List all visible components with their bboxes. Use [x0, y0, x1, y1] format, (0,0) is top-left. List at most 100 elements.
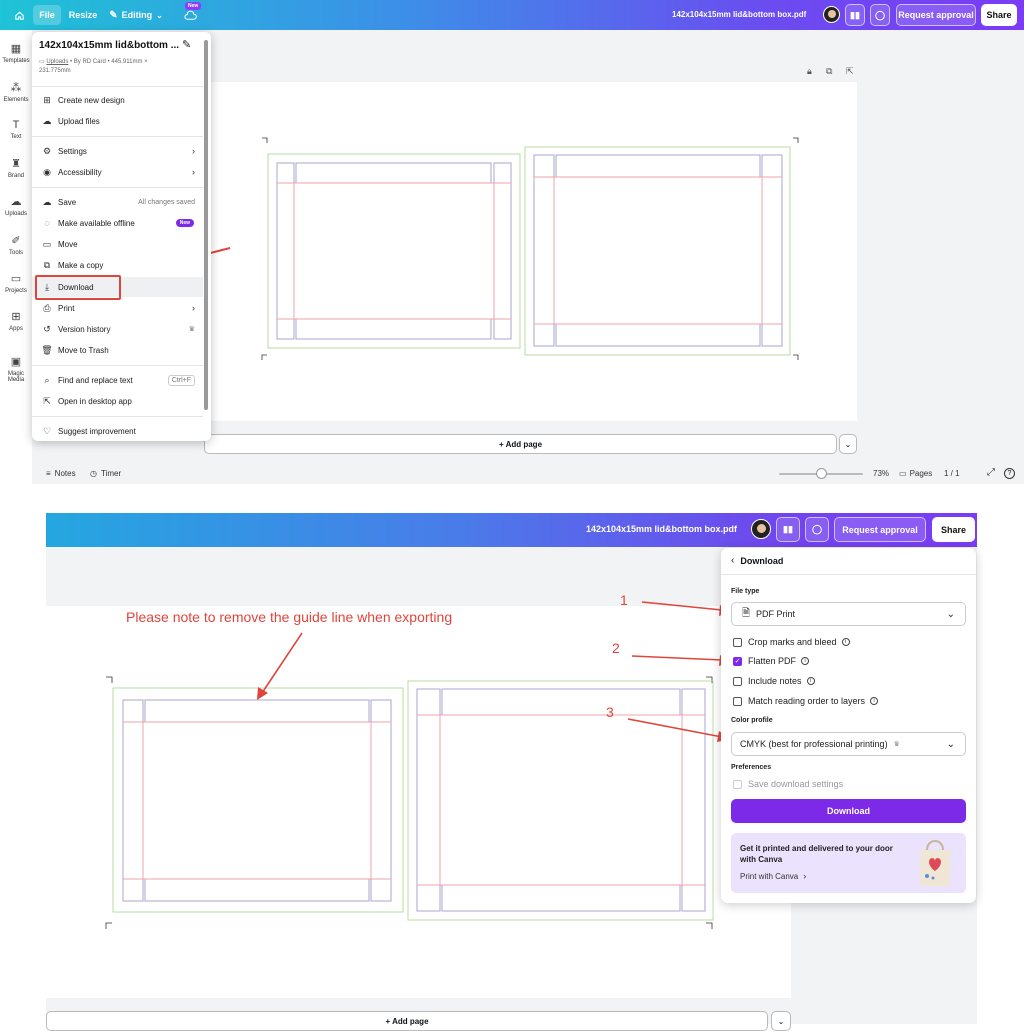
option-label: Include notes: [748, 676, 802, 686]
promo-link-label: Print with Canva: [740, 871, 799, 881]
shortcut-hint: Ctrl+F: [167, 374, 195, 386]
option-label: Crop marks and bleed: [748, 637, 837, 647]
menu-item-make-a-copy[interactable]: ⧉ Make a copy: [32, 255, 203, 275]
checkbox-checked[interactable]: ✓: [733, 656, 742, 666]
info-icon[interactable]: i: [870, 697, 879, 705]
annotation-number-3: 3: [606, 704, 614, 720]
chevron-down-icon: ⌄: [946, 608, 955, 620]
menu-item-accessibility[interactable]: ◉ Accessibility ›: [32, 162, 203, 182]
menu-item-label: Suggest improvement: [58, 426, 136, 436]
file-type-label: File type: [731, 588, 760, 595]
trash-icon: 🗑︎: [41, 344, 53, 355]
uploads-link[interactable]: Uploads: [46, 59, 68, 65]
print-promo-card[interactable]: Get it printed and delivered to your doo…: [731, 833, 966, 893]
menu-item-settings[interactable]: ⚙ Settings ›: [32, 141, 203, 161]
pages-label: Pages: [909, 469, 933, 478]
rename-pencil-icon[interactable]: ✎: [182, 38, 191, 51]
info-icon[interactable]: i: [841, 638, 850, 646]
info-icon[interactable]: i: [801, 657, 810, 665]
add-page-options-button[interactable]: ⌄: [839, 434, 857, 454]
menu-item-label: Create new design: [58, 95, 125, 105]
chevron-right-icon: ›: [192, 146, 195, 156]
menu-item-move-to-trash[interactable]: 🗑︎ Move to Trash: [32, 340, 203, 360]
pages-button[interactable]: ▭ Pages: [899, 469, 932, 478]
chevron-right-icon: ›: [192, 303, 195, 313]
plus-square-icon: ⊞: [43, 94, 51, 105]
zoom-slider-handle[interactable]: [816, 468, 827, 479]
promo-title: Get it printed and delivered to your doo…: [740, 844, 893, 864]
print-with-canva-link[interactable]: Print with Canva ›: [740, 871, 806, 881]
timer-button[interactable]: ◷ Timer: [90, 469, 121, 478]
option-crop-marks[interactable]: Crop marks and bleed i: [733, 637, 850, 647]
menu-item-label: Open in desktop app: [58, 396, 132, 406]
download-button[interactable]: Download: [731, 799, 966, 823]
menu-item-save[interactable]: ☁ Save All changes saved: [32, 192, 203, 212]
menu-item-find-and-replace[interactable]: ⌕ Find and replace text Ctrl+F: [32, 370, 203, 390]
external-link-icon: ⇱: [43, 395, 51, 406]
tote-bag-image: [920, 840, 950, 886]
menu-item-label: Print: [58, 303, 75, 313]
top-screenshot: File Resize ✎ Editing ⌄ New 142x104x15mm…: [0, 0, 1024, 484]
option-include-notes[interactable]: Include notes i: [733, 676, 815, 686]
menu-item-label: Save: [58, 197, 77, 207]
menu-item-label: Move to Trash: [58, 345, 109, 355]
menu-design-title[interactable]: 142x104x15mm lid&bottom ...: [39, 40, 179, 51]
notes-icon: ≡: [46, 469, 51, 478]
fullscreen-icon[interactable]: ⤢: [987, 467, 995, 478]
cloud-check-icon: ☁: [42, 196, 52, 207]
menu-meta: ▭ Uploads • By RD Card • 445.911mm × 231…: [39, 58, 199, 76]
checkbox[interactable]: [733, 696, 742, 706]
folder-icon: ▭: [42, 238, 52, 249]
option-label: Flatten PDF: [748, 656, 797, 666]
timer-label: Timer: [100, 469, 122, 478]
checkbox[interactable]: [733, 779, 742, 789]
file-type-select[interactable]: 🗎︎ PDF Print ⌄: [731, 602, 966, 626]
color-profile-label: Color profile: [731, 717, 773, 724]
page-count: 1 / 1: [944, 469, 960, 478]
search-icon: ⌕: [44, 374, 50, 385]
menu-scrollbar[interactable]: [204, 40, 208, 410]
preferences-label: Preferences: [731, 764, 772, 771]
download-highlight-box: [35, 275, 121, 300]
option-flatten-pdf[interactable]: ✓ Flatten PDF i: [733, 656, 810, 666]
chevron-right-icon: ›: [803, 871, 807, 881]
info-icon[interactable]: i: [806, 677, 815, 685]
notes-label: Notes: [54, 469, 76, 478]
menu-item-upload-files[interactable]: ☁ Upload files: [32, 111, 203, 131]
menu-item-label: Upload files: [58, 116, 100, 126]
menu-item-open-in-desktop-app[interactable]: ⇱ Open in desktop app: [32, 391, 203, 411]
file-icon: 🗎︎: [742, 607, 751, 619]
menu-item-label: Find and replace text: [58, 375, 133, 385]
notes-button[interactable]: ≡ Notes: [46, 469, 76, 478]
menu-item-label: Make a copy: [58, 260, 104, 270]
crown-icon: ♛: [893, 741, 900, 748]
menu-item-version-history[interactable]: ↺ Version history ♛: [32, 319, 203, 339]
menu-item-print[interactable]: ⎙ Print ›: [32, 298, 203, 318]
menu-item-create-new-design[interactable]: ⊞ Create new design: [32, 90, 203, 110]
checkbox[interactable]: [733, 637, 742, 647]
menu-item-make-available-offline[interactable]: ◌ Make available offline New: [32, 213, 203, 233]
option-label: Save download settings: [748, 779, 844, 789]
chevron-down-icon: ⌄: [946, 738, 955, 750]
annotation-number-1: 1: [620, 592, 628, 608]
history-icon: ↺: [43, 323, 51, 334]
color-profile-select[interactable]: CMYK (best for professional printing) ♛ …: [731, 732, 966, 756]
cloud-upload-icon: ☁: [42, 115, 52, 126]
pages-icon: ▭: [899, 469, 907, 478]
checkbox[interactable]: [733, 676, 742, 686]
gear-icon: ⚙: [42, 145, 52, 156]
help-icon[interactable]: ?: [1004, 468, 1015, 479]
menu-item-label: Settings: [58, 146, 87, 156]
back-button[interactable]: ‹ Download: [731, 555, 783, 566]
option-save-download-settings[interactable]: Save download settings: [733, 779, 843, 789]
menu-item-suggest-improvement[interactable]: ♡ Suggest improvement: [32, 421, 203, 441]
chevron-right-icon: ›: [192, 167, 195, 177]
option-match-reading-order[interactable]: Match reading order to layers i: [733, 696, 879, 706]
zoom-level[interactable]: 73%: [873, 469, 889, 478]
file-type-value: PDF Print: [756, 609, 796, 619]
new-badge: New: [175, 219, 194, 227]
add-page-button[interactable]: + Add page: [204, 434, 837, 454]
menu-item-move[interactable]: ▭ Move: [32, 234, 203, 254]
download-panel-title: Download: [740, 555, 784, 566]
chevron-down-icon: ⌄: [844, 439, 852, 449]
